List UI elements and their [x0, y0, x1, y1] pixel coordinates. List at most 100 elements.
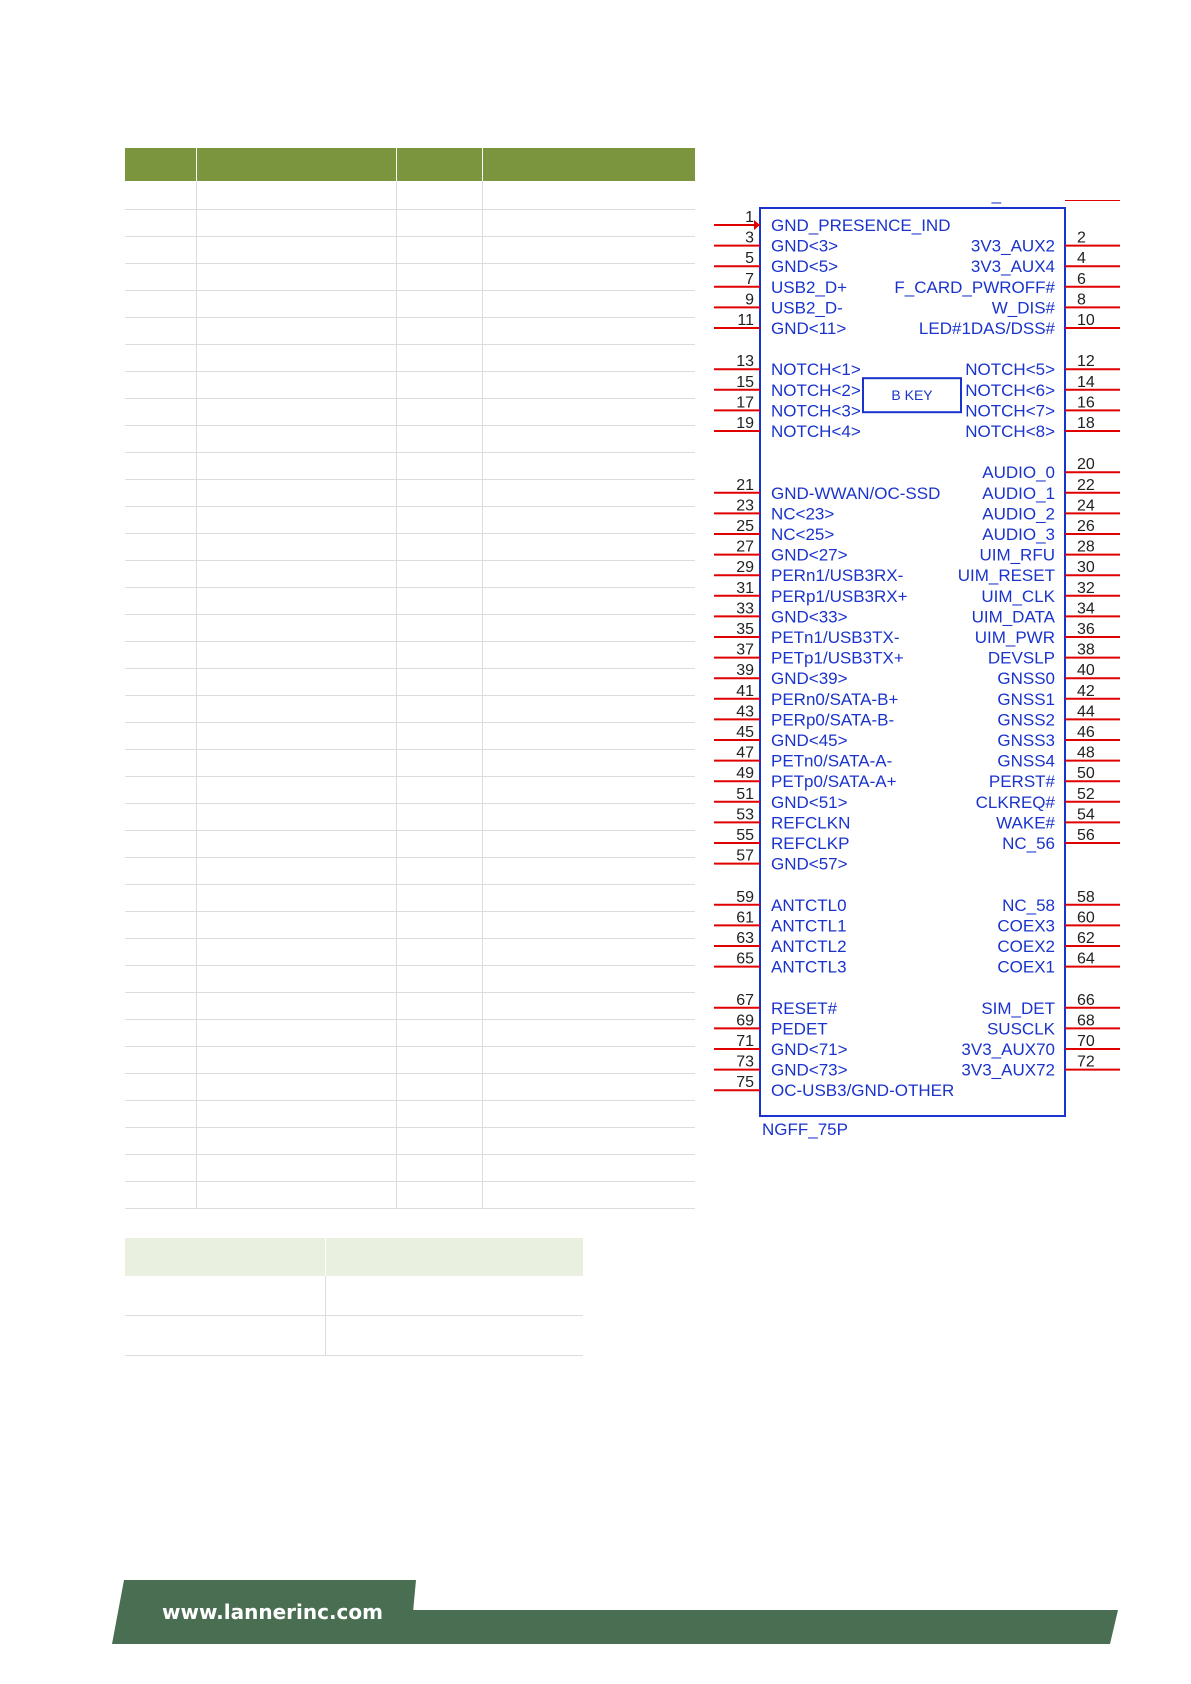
table-row — [125, 911, 695, 939]
pin-number: 25 — [736, 518, 754, 535]
pin-label: PERp1/USB3RX+ — [771, 587, 908, 606]
pin-number: 21 — [736, 477, 754, 494]
table-cell — [125, 965, 197, 993]
pin-label: GND<5> — [771, 257, 838, 276]
pin-label: NOTCH<3> — [771, 401, 861, 420]
table-row — [125, 803, 695, 831]
table-cell — [125, 587, 197, 615]
pin-number: 4 — [1077, 250, 1086, 267]
table-cell — [196, 1181, 397, 1209]
table-cell — [196, 290, 397, 318]
table-cell — [482, 533, 695, 561]
table-cell — [482, 776, 695, 804]
pin-number: 44 — [1077, 703, 1095, 720]
pin-number: 62 — [1077, 930, 1095, 947]
pin-label: PETp1/USB3TX+ — [771, 649, 904, 668]
pin-label: 3V3_AUX2 — [971, 237, 1055, 256]
table-cell — [482, 668, 695, 696]
footer-url[interactable]: www.lannerinc.com — [162, 1600, 383, 1624]
table-cell — [125, 344, 197, 372]
table-cell — [396, 1100, 483, 1128]
part-name: NGFF_75P — [762, 1120, 848, 1139]
pin-number: 35 — [736, 621, 754, 638]
table-cell — [482, 209, 695, 237]
pin-label: RESET# — [771, 999, 838, 1018]
table-cell — [396, 1019, 483, 1047]
secondary-table — [125, 1238, 583, 1356]
table-cell — [396, 776, 483, 804]
table-cell — [396, 452, 483, 480]
pin-number: 57 — [736, 848, 754, 865]
pin-number: 55 — [736, 827, 754, 844]
pin-number: 66 — [1077, 992, 1095, 1009]
pin-number: 72 — [1077, 1054, 1095, 1071]
table-row — [125, 452, 695, 480]
table-row — [125, 1073, 695, 1101]
table-cell — [125, 1154, 197, 1182]
table-cell — [125, 1181, 197, 1209]
table-cell — [196, 344, 397, 372]
table-cell — [482, 479, 695, 507]
pin-label: W_DIS# — [992, 298, 1056, 317]
table-cell — [396, 1154, 483, 1182]
table-cell — [196, 803, 397, 831]
table-cell — [125, 263, 197, 291]
table-cell — [396, 965, 483, 993]
pin-table-body — [125, 181, 695, 1209]
table-cell — [396, 560, 483, 588]
table-cell — [396, 1181, 483, 1209]
pin-label: UIM_DATA — [972, 607, 1056, 626]
pin-number: 60 — [1077, 909, 1095, 926]
header-cell — [196, 148, 397, 181]
pin-label: GND<27> — [771, 546, 848, 565]
pin-label: NOTCH<8> — [965, 422, 1055, 441]
table-cell — [396, 695, 483, 723]
pin-number: 33 — [736, 600, 754, 617]
pin-number: 31 — [736, 580, 754, 597]
table-cell — [396, 749, 483, 777]
pin-number: 40 — [1077, 662, 1095, 679]
pin-label: PERn1/USB3RX- — [771, 566, 903, 585]
table-cell — [125, 614, 197, 642]
pin-label: ANTCTL3 — [771, 958, 847, 977]
table-cell — [196, 965, 397, 993]
pin-label: GND_PRESENCE_IND — [771, 216, 951, 235]
table-cell — [482, 560, 695, 588]
pin-label: GNSS2 — [997, 710, 1055, 729]
pin-label: NOTCH<6> — [965, 381, 1055, 400]
table-cell — [125, 749, 197, 777]
table-cell — [325, 1315, 583, 1356]
pin-number: 69 — [736, 1012, 754, 1029]
table-cell — [196, 722, 397, 750]
table-cell — [482, 1019, 695, 1047]
table-cell — [196, 1046, 397, 1074]
table-cell — [396, 1127, 483, 1155]
pin-number: 41 — [736, 683, 754, 700]
pin-number: 13 — [736, 353, 754, 370]
table-cell — [196, 1100, 397, 1128]
table-row — [125, 614, 695, 642]
pin-label: 3V3_AUX70 — [961, 1040, 1055, 1059]
table-row — [125, 181, 695, 210]
header-cell — [325, 1238, 583, 1276]
pin-number: 17 — [736, 394, 754, 411]
table-cell — [125, 911, 197, 939]
table-cell — [396, 344, 483, 372]
table-cell — [125, 425, 197, 453]
table-cell — [396, 587, 483, 615]
table-cell — [125, 641, 197, 669]
pin-label: GNSS1 — [997, 690, 1055, 709]
table-cell — [196, 398, 397, 426]
pin-label: GNSS0 — [997, 669, 1055, 688]
pin-label: 3V3_AUX72 — [961, 1061, 1055, 1080]
pin-number: 8 — [1077, 291, 1086, 308]
table-cell — [196, 938, 397, 966]
table-row — [125, 479, 695, 507]
pin-number: 28 — [1077, 539, 1095, 556]
table-cell — [396, 803, 483, 831]
pin-label: GND<73> — [771, 1061, 848, 1080]
pin-label: NC_56 — [1002, 834, 1055, 853]
table-cell — [396, 830, 483, 858]
table-cell — [196, 425, 397, 453]
pin-number: 36 — [1077, 621, 1095, 638]
